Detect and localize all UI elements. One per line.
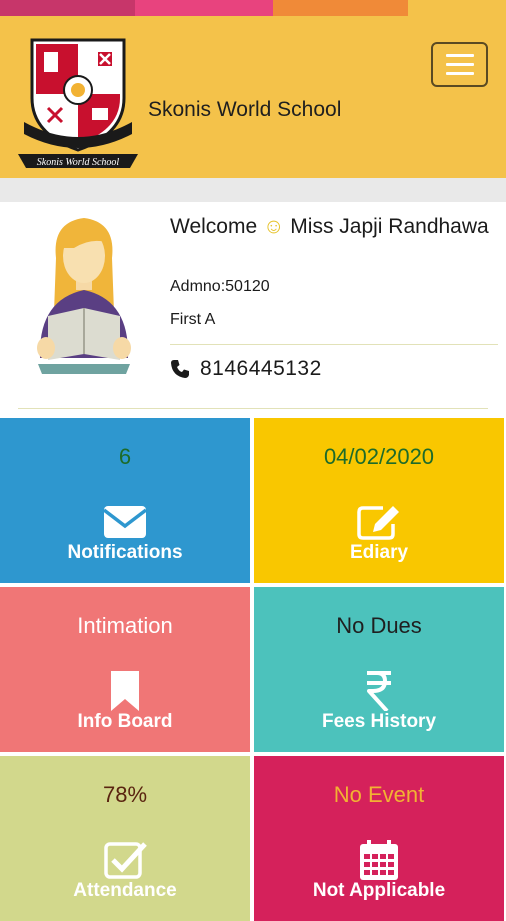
phone-number[interactable]: 8146445132: [200, 357, 322, 381]
info-board-label: Info Board: [77, 711, 173, 732]
svg-text:Skonis World School: Skonis World School: [37, 157, 120, 168]
checkbox-icon: [104, 842, 147, 879]
divider: [18, 408, 488, 409]
top-color-strip: [0, 0, 506, 16]
app-header: Skonis World School Skonis World School: [0, 16, 506, 178]
strip-segment: [273, 0, 408, 16]
ediary-label: Ediary: [349, 542, 409, 563]
strip-segment: [408, 0, 506, 16]
info-board-tile[interactable]: Intimation Info Board: [0, 587, 250, 752]
event-status: No Event: [333, 782, 425, 807]
welcome-text: Welcome: [170, 215, 258, 238]
fees-status: No Dues: [336, 613, 422, 638]
edit-icon: [357, 506, 399, 540]
school-name: Skonis World School: [148, 98, 342, 121]
envelope-icon: [102, 506, 148, 538]
notification-count: 6: [118, 444, 132, 469]
hamburger-menu-button[interactable]: [431, 42, 488, 87]
attendance-tile[interactable]: 78% Attendance: [0, 756, 250, 921]
welcome-message: Welcome ☺ Miss Japji Randhawa: [170, 214, 490, 239]
info-board-status: Intimation: [77, 613, 173, 638]
fees-history-label: Fees History: [321, 711, 437, 732]
student-class: First A: [170, 311, 216, 328]
events-label: Not Applicable: [312, 880, 446, 901]
profile-card: Welcome ☺ Miss Japji Randhawa Admno:5012…: [0, 202, 506, 418]
notifications-label: Notifications: [67, 542, 183, 563]
phone-icon: [171, 360, 189, 378]
events-tile[interactable]: No Event Not Applicable: [254, 756, 504, 921]
attendance-percentage: 78%: [102, 782, 148, 807]
divider: [170, 344, 498, 345]
fees-history-tile[interactable]: No Dues Fees History: [254, 587, 504, 752]
bookmark-icon: [111, 671, 139, 711]
hamburger-icon: [446, 72, 474, 75]
strip-segment: [135, 0, 273, 16]
student-avatar: [37, 218, 131, 374]
hamburger-icon: [446, 54, 474, 57]
attendance-label: Attendance: [73, 880, 177, 901]
smiley-icon: ☺: [262, 215, 285, 238]
section-divider: [0, 178, 506, 202]
ediary-tile[interactable]: 04/02/2020 Ediary: [254, 418, 504, 583]
admission-number: Admno:50120: [170, 278, 270, 295]
ediary-date: 04/02/2020: [323, 444, 435, 469]
rupee-icon: [367, 671, 391, 711]
school-logo: Skonis World School: [18, 38, 138, 168]
calendar-icon: [360, 840, 398, 880]
student-name: Miss Japji Randhawa: [290, 215, 489, 238]
hamburger-icon: [446, 63, 474, 66]
strip-segment: [0, 0, 135, 16]
dashboard-grid: 6 Notifications 04/02/2020 Ediary Intima…: [0, 418, 506, 921]
notifications-tile[interactable]: 6 Notifications: [0, 418, 250, 583]
